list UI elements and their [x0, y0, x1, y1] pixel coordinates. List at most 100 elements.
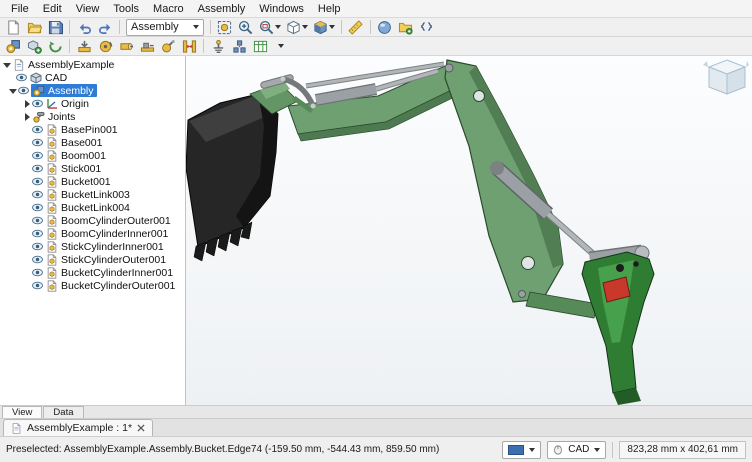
expander-icon[interactable] — [2, 60, 12, 70]
macro-editor-button[interactable] — [417, 18, 437, 36]
visibility-eye-icon[interactable] — [32, 164, 43, 173]
expander-icon[interactable] — [22, 112, 32, 122]
create-assembly-button[interactable] — [3, 37, 23, 55]
visibility-eye-icon[interactable] — [32, 229, 43, 238]
tab-view[interactable]: View — [2, 406, 42, 418]
bill-of-materials-icon — [253, 39, 268, 54]
visibility-eye-icon[interactable] — [32, 177, 43, 186]
expander-icon[interactable] — [8, 86, 18, 96]
create-slider-joint-button[interactable] — [137, 37, 157, 55]
zoom-in-icon — [238, 20, 253, 35]
bucket-3d[interactable] — [186, 94, 278, 261]
menu-file[interactable]: File — [4, 2, 36, 16]
viewport-dimensions-label: 823,28 mm x 402,61 mm — [627, 444, 738, 455]
joints-group-icon — [33, 111, 45, 123]
tree-item-label: BucketCylinderOuter001 — [61, 280, 175, 292]
create-fixed-joint-button[interactable] — [74, 37, 94, 55]
part-icon — [46, 124, 58, 136]
close-icon[interactable] — [137, 424, 145, 432]
tree-item-basepin001[interactable]: BasePin001 — [0, 123, 185, 136]
bill-of-materials-button[interactable] — [250, 37, 270, 55]
create-distance-joint-button[interactable] — [179, 37, 199, 55]
boom-base-link-3d[interactable] — [526, 292, 598, 318]
draw-style-button[interactable] — [284, 18, 310, 36]
visibility-eye-icon[interactable] — [32, 203, 43, 212]
tree-item-boomcylinderouter001[interactable]: BoomCylinderOuter001 — [0, 214, 185, 227]
create-ball-joint-button[interactable] — [158, 37, 178, 55]
menubar: File Edit View Tools Macro Assembly Wind… — [0, 0, 752, 18]
visibility-eye-icon[interactable] — [32, 281, 43, 290]
menu-windows[interactable]: Windows — [252, 2, 311, 16]
expander-icon[interactable] — [22, 99, 32, 109]
units-selector[interactable] — [502, 441, 541, 459]
create-cylindrical-joint-button[interactable] — [116, 37, 136, 55]
tree-item-stickcylinderinner001[interactable]: StickCylinderInner001 — [0, 240, 185, 253]
standard-views-button[interactable] — [311, 18, 337, 36]
visibility-eye-icon[interactable] — [32, 99, 43, 108]
exploded-view-button[interactable] — [229, 37, 249, 55]
visibility-eye-icon[interactable] — [32, 255, 43, 264]
tree-item-root[interactable]: AssemblyExample — [0, 58, 185, 71]
menu-assembly[interactable]: Assembly — [191, 2, 253, 16]
tree-item-joints[interactable]: Joints — [0, 110, 185, 123]
visibility-eye-icon[interactable] — [18, 86, 29, 95]
tree-item-bucketcylinderouter001[interactable]: BucketCylinderOuter001 — [0, 279, 185, 292]
chevron-down-icon — [594, 448, 600, 452]
tab-data[interactable]: Data — [43, 406, 83, 418]
tree-item-label: Stick001 — [61, 163, 101, 175]
save-document-button[interactable] — [45, 18, 65, 36]
excavator-assembly-model[interactable] — [186, 56, 752, 405]
tree-item-label: BoomCylinderInner001 — [61, 228, 168, 240]
menu-macro[interactable]: Macro — [146, 2, 191, 16]
tree-item-bucketlink003[interactable]: BucketLink003 — [0, 188, 185, 201]
fit-all-button[interactable] — [215, 18, 235, 36]
viewport-3d[interactable] — [186, 56, 752, 405]
visibility-eye-icon[interactable] — [32, 125, 43, 134]
measure-button[interactable] — [346, 18, 366, 36]
tree-item-bucketlink004[interactable]: BucketLink004 — [0, 201, 185, 214]
navigation-style-selector[interactable]: CAD — [547, 441, 606, 459]
menu-edit[interactable]: Edit — [36, 2, 69, 16]
tree-item-origin[interactable]: Origin — [0, 97, 185, 110]
new-document-button[interactable] — [3, 18, 23, 36]
document-tab[interactable]: AssemblyExample : 1* — [3, 419, 153, 436]
workbench-selector[interactable]: Assembly — [126, 19, 204, 36]
ball-joint-icon — [161, 39, 176, 54]
toggle-grounded-button[interactable] — [208, 37, 228, 55]
scene-appearance-button[interactable] — [375, 18, 395, 36]
navigation-cube[interactable] — [703, 60, 749, 94]
tree-item-stick001[interactable]: Stick001 — [0, 162, 185, 175]
base-3d[interactable] — [582, 246, 654, 405]
tree-item-boomcylinderinner001[interactable]: BoomCylinderInner001 — [0, 227, 185, 240]
insert-component-button[interactable] — [24, 37, 44, 55]
create-revolute-joint-button[interactable] — [95, 37, 115, 55]
visibility-eye-icon[interactable] — [32, 268, 43, 277]
visibility-eye-icon[interactable] — [32, 138, 43, 147]
create-group-button[interactable] — [396, 18, 416, 36]
menu-tools[interactable]: Tools — [106, 2, 146, 16]
tree-item-bucket001[interactable]: Bucket001 — [0, 175, 185, 188]
tree-item-bucketcylinderinner001[interactable]: BucketCylinderInner001 — [0, 266, 185, 279]
tree-item-boom001[interactable]: Boom001 — [0, 149, 185, 162]
redo-button[interactable] — [95, 18, 115, 36]
undo-button[interactable] — [74, 18, 94, 36]
solve-assembly-button[interactable] — [45, 37, 65, 55]
tree-item-assembly[interactable]: Assembly — [0, 84, 185, 97]
visibility-eye-icon[interactable] — [32, 216, 43, 225]
open-document-button[interactable] — [24, 18, 44, 36]
joints-menu-button[interactable] — [271, 37, 291, 55]
visibility-eye-icon[interactable] — [16, 73, 27, 82]
visibility-eye-icon[interactable] — [32, 242, 43, 251]
workbench-selected-label: Assembly — [131, 21, 179, 33]
visibility-eye-icon[interactable] — [32, 190, 43, 199]
zoom-selection-button[interactable] — [257, 18, 283, 36]
zoom-in-button[interactable] — [236, 18, 256, 36]
chevron-down-icon — [193, 25, 199, 29]
tree-item-stickcylinderouter001[interactable]: StickCylinderOuter001 — [0, 253, 185, 266]
tree-item-cad[interactable]: CAD — [0, 71, 185, 84]
menu-view[interactable]: View — [69, 2, 107, 16]
tree-item-label: Boom001 — [61, 150, 106, 162]
menu-help[interactable]: Help — [311, 2, 348, 16]
visibility-eye-icon[interactable] — [32, 151, 43, 160]
tree-item-base001[interactable]: Base001 — [0, 136, 185, 149]
